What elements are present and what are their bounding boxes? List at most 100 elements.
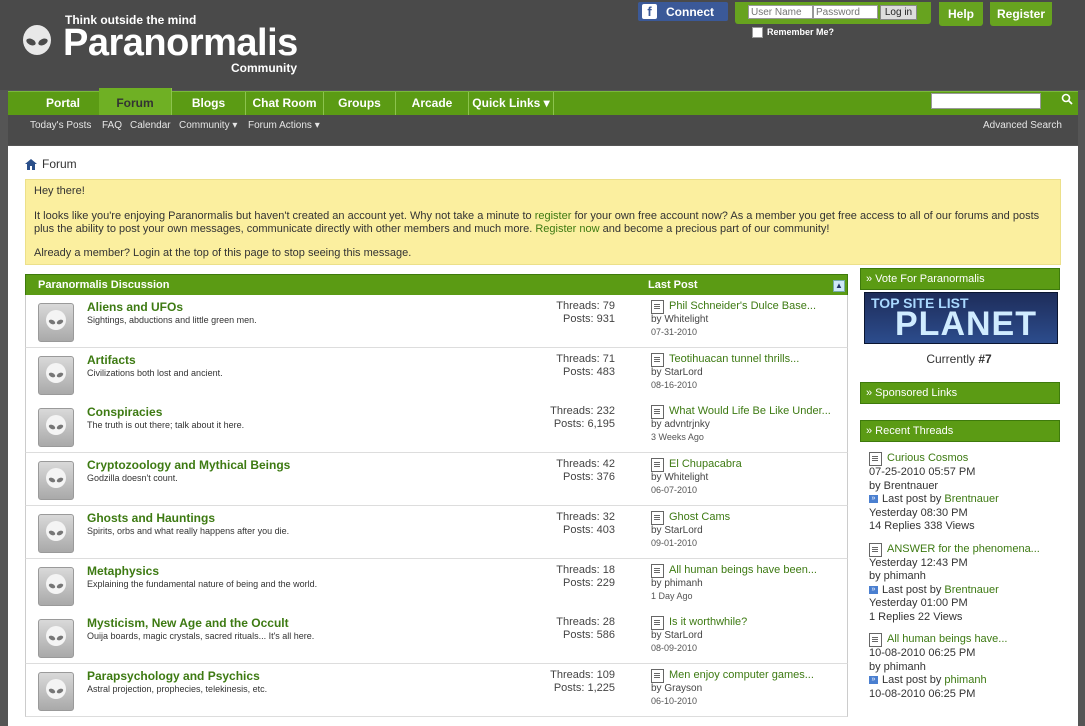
last-post-author[interactable]: by StarLord [651,525,730,537]
subnav-calendar[interactable]: Calendar [130,120,171,131]
last-post-date: 06-10-2010 [651,695,698,706]
tab-chat-room[interactable]: Chat Room [246,92,324,115]
recent-thread-date: 07-25-2010 05:57 PM [869,466,976,478]
last-post-author[interactable]: by Grayson [651,683,814,695]
last-post-user[interactable]: Brentnauer [944,493,998,505]
last-post-author[interactable]: by phimanh [651,578,817,590]
forum-category-title[interactable]: Paranormalis Discussion [38,279,169,291]
register-link[interactable]: register [535,210,572,222]
home-icon[interactable] [25,159,37,171]
forum-description: Spirits, orbs and what really happens af… [87,525,290,536]
last-post-title[interactable]: Ghost Cams [669,511,730,523]
tab-arcade[interactable]: Arcade [396,92,469,115]
subnav-forum-actions[interactable]: Forum Actions ▾ [248,120,320,131]
facebook-icon: f [642,4,657,19]
forum-stats: Threads: 71 Posts: 483 [556,353,615,379]
last-post-date: 09-01-2010 [651,537,698,548]
forum-title[interactable]: Artifacts [87,353,136,367]
login-button[interactable]: Log in [880,5,917,20]
last-post-title[interactable]: All human beings have been... [669,564,817,576]
recent-thread-stats: 1 Replies 22 Views [869,610,963,623]
search-input[interactable] [931,93,1041,109]
forum-status-icon [38,408,74,448]
main-navbar: Portal Forum Blogs Chat Room Groups Arca… [8,88,1078,115]
last-post-title[interactable]: Teotihuacan tunnel thrills... [669,353,799,365]
last-post-title[interactable]: El Chupacabra [669,458,742,470]
thread-doc-icon [651,668,664,683]
register-button[interactable]: Register [990,2,1052,26]
last-post-user[interactable]: phimanh [944,674,986,686]
recent-thread-item: Curious Cosmos 07-25-2010 05:57 PM by Bren… [869,452,1055,534]
forum-row: Artifacts Civilizations both lost and anc… [25,347,848,401]
last-post-title[interactable]: Men enjoy computer games... [669,669,814,681]
go-to-last-post-icon[interactable]: » [869,676,878,685]
search-icon[interactable] [1058,92,1075,110]
recent-threads-list: Curious Cosmos 07-25-2010 05:57 PM by Bren… [869,452,1055,710]
last-post-title[interactable]: Is it worthwhile? [669,616,747,628]
remember-me-checkbox[interactable] [752,27,763,39]
forum-last-post: Men enjoy computer games... by Grayson 06-… [651,668,814,707]
forum-title[interactable]: Ghosts and Hauntings [87,511,215,525]
sponsored-links-header[interactable]: » Sponsored Links [860,382,1060,404]
recent-thread-title[interactable]: Curious Cosmos [887,452,968,464]
remember-me-label: Remember Me? [767,27,835,37]
tab-quick-links[interactable]: Quick Links ▾ [469,92,554,115]
forum-title[interactable]: Conspiracies [87,405,162,419]
thread-doc-icon [869,633,882,647]
last-post-user[interactable]: Brentnauer [944,584,998,596]
recent-thread-last-time: Yesterday 08:30 PM [869,506,968,519]
forum-last-post: Is it worthwhile? by StarLord 08-09-2010 [651,616,747,654]
forum-title[interactable]: Aliens and UFOs [87,300,183,314]
recent-thread-author[interactable]: by phimanh [869,570,1055,584]
advanced-search-link[interactable]: Advanced Search [983,120,1062,131]
forum-title[interactable]: Mysticism, New Age and the Occult [87,616,289,630]
last-post-title[interactable]: What Would Life Be Like Under... [669,405,831,417]
go-to-last-post-icon[interactable]: » [869,585,878,594]
vote-box-header[interactable]: » Vote For Paranormalis [860,268,1060,290]
thread-doc-icon [869,542,882,557]
recent-thread-date: Yesterday 12:43 PM [869,556,968,569]
vote-banner[interactable]: TOP SITE LIST PLANET [864,292,1058,344]
recent-thread-author[interactable]: by Brentnauer [869,480,1055,494]
forum-last-post: Phil Schneider's Dulce Base... by Whiteli… [651,300,816,338]
register-now-link[interactable]: Register now [535,223,599,235]
subnav-todays-posts[interactable]: Today's Posts [30,120,91,131]
tab-blogs[interactable]: Blogs [172,92,246,115]
remember-me[interactable]: Remember Me? [752,27,835,39]
recent-thread-title[interactable]: All human beings have... [887,633,1007,645]
tab-forum[interactable]: Forum [99,88,172,115]
recent-threads-header[interactable]: » Recent Threads [860,420,1060,442]
collapse-icon[interactable]: ▲ [833,280,845,292]
notice-greeting: Hey there! [34,185,85,197]
forum-status-icon [38,513,74,553]
last-post-author[interactable]: by Whitelight [651,472,742,484]
thread-doc-icon [651,510,664,525]
last-post-author[interactable]: by Whitelight [651,314,816,326]
breadcrumb: Forum [25,157,77,171]
forum-description: Godzilla doesn't count. [87,473,178,484]
forum-posts: Posts: 403 [563,523,615,536]
help-button[interactable]: Help [939,2,983,26]
recent-thread-author[interactable]: by phimanh [869,661,1055,675]
last-post-date: 1 Day Ago [651,590,693,601]
last-post-title[interactable]: Phil Schneider's Dulce Base... [669,300,816,312]
facebook-connect-button[interactable]: f Connect [638,2,728,21]
username-input[interactable] [748,5,813,19]
subnav-faq[interactable]: FAQ [102,120,122,131]
tab-portal[interactable]: Portal [19,92,108,115]
forum-stats: Threads: 109 Posts: 1,225 [550,669,615,695]
last-post-author[interactable]: by StarLord [651,630,747,642]
forum-title[interactable]: Cryptozoology and Mythical Beings [87,458,290,472]
go-to-last-post-icon[interactable]: » [869,495,878,504]
last-post-author[interactable]: by StarLord [651,367,799,379]
last-post-author[interactable]: by advntrjnky [651,419,831,431]
forum-title[interactable]: Metaphysics [87,564,159,578]
thread-doc-icon [651,458,664,473]
forum-title[interactable]: Parapsychology and Psychics [87,669,260,683]
site-brand[interactable]: Paranormalis [63,22,298,65]
tab-groups[interactable]: Groups [324,92,396,115]
password-input[interactable] [813,5,878,19]
last-post-date: 08-16-2010 [651,379,698,390]
recent-thread-title[interactable]: ANSWER for the phenomena... [887,543,1040,555]
subnav-community[interactable]: Community ▾ [179,120,237,131]
